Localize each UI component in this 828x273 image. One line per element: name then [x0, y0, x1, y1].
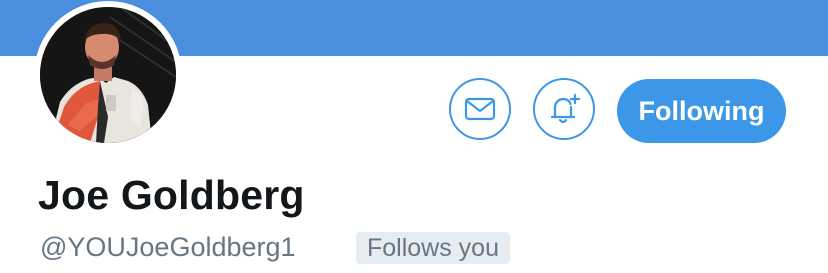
bell-plus-icon [550, 93, 581, 124]
following-button[interactable]: Following [617, 79, 786, 143]
message-button[interactable] [449, 78, 511, 140]
notifications-button[interactable] [533, 78, 595, 140]
avatar-ring [34, 1, 182, 149]
follows-you-badge: Follows you [356, 232, 510, 264]
envelope-icon [464, 97, 496, 121]
display-name: Joe Goldberg [38, 172, 305, 218]
avatar[interactable] [40, 7, 176, 143]
avatar-photo [40, 7, 176, 143]
user-handle[interactable]: @YOUJoeGoldberg1 [40, 230, 296, 264]
